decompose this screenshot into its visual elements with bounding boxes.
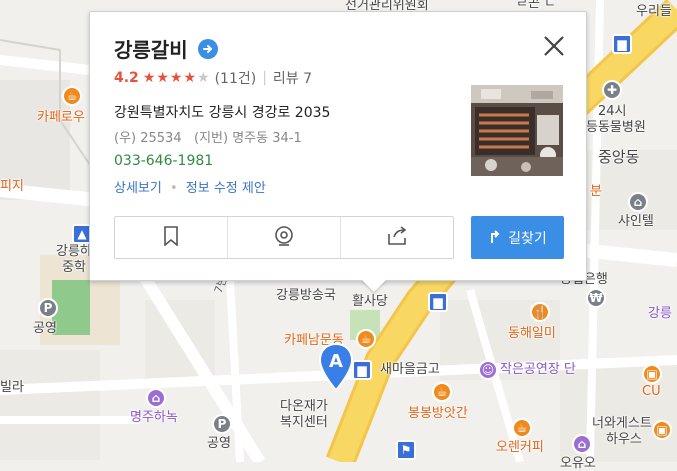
bus-stop-icon[interactable]: ▆ [428, 292, 448, 312]
map-label-myeongju[interactable]: 명주하녹 [130, 406, 178, 425]
share-button[interactable] [341, 217, 453, 258]
map-label-parking-left: 공영 [33, 321, 57, 336]
map-label-gangneung-right[interactable]: 강릉 [648, 302, 672, 321]
map-label-cafe-rowoo[interactable]: 카페로우 [37, 106, 85, 125]
map-label-broadcast: 강릉방송국 [276, 288, 336, 303]
bank-won-icon[interactable]: ₩ [586, 288, 606, 308]
map-label-donghae[interactable]: 동해일미 [508, 322, 556, 341]
bank-icon-saemaeul[interactable]: ▆ [352, 360, 372, 380]
roadview-button[interactable] [228, 217, 341, 258]
map-label-school-b: 중학 [62, 260, 86, 275]
roadview-icon [273, 225, 295, 251]
place-photo[interactable] [471, 85, 563, 176]
place-title[interactable]: 강릉갈비 [114, 34, 188, 63]
postal-code: (우) 25534 [114, 131, 182, 146]
card-pointer [361, 279, 387, 292]
parking-icon[interactable]: P [38, 298, 58, 318]
route-icon [488, 228, 502, 248]
detail-link[interactable]: 상세보기 [114, 181, 162, 196]
landmark-icon-bottom[interactable]: ⚑ [396, 440, 416, 460]
place-postal-line: (우) 25534 (지번) 명주동 34-1 [114, 127, 302, 146]
map-label-top-right: 우리들 [636, 4, 672, 19]
bookmark-icon [163, 225, 179, 250]
store-icon-right[interactable]: ▣ [652, 420, 672, 440]
map-label-welfare-b: 복지센터 [280, 415, 328, 430]
map-label-guesthouse-b[interactable]: 하우스 [606, 428, 642, 447]
rating-separator: | [262, 70, 267, 86]
map-label-bun[interactable]: 분 [590, 180, 602, 199]
cafe-bongbong-icon[interactable]: ☕ [432, 382, 452, 402]
map-label-villa: 빌라 [0, 380, 24, 395]
map-label-saemaeul[interactable]: 새마을금고 [380, 358, 440, 377]
map-label-hospital-b[interactable]: 등동물병원 [586, 116, 646, 135]
cafe-orange-icon[interactable]: ☕ [512, 418, 532, 438]
link-separator: • [169, 181, 178, 196]
parking-bottom-icon[interactable]: P [212, 414, 232, 434]
map-label-hotel[interactable]: 샤인텔 [618, 210, 654, 229]
restaurant-icon[interactable]: 🍴 [530, 302, 550, 322]
place-title-row: 강릉갈비 [114, 34, 218, 63]
lot-address: (지번) 명주동 34-1 [194, 131, 302, 146]
place-marker-a[interactable]: A [318, 342, 354, 396]
lodging-icon[interactable]: ⌂ [146, 388, 166, 408]
theater-icon[interactable]: ☺ [478, 360, 498, 380]
cafe-icon[interactable]: ☕ [62, 86, 82, 106]
bus-stop-icon-right[interactable]: ▆ [612, 34, 632, 54]
map-label-hwaldang: 활사당 [352, 294, 388, 309]
place-links: 상세보기 • 정보 수정 제안 [114, 177, 266, 196]
map-label-parking-bottom: 공영 [207, 436, 231, 451]
store-cu-icon[interactable]: ▣ [642, 364, 662, 384]
cafe-nam-icon[interactable]: ☕ [356, 329, 376, 349]
guesthouse-icon[interactable]: ⌂ [572, 434, 592, 454]
place-phone[interactable]: 033-646-1981 [114, 153, 213, 169]
map-label-top-right-b: ㄹ곤 ㄷ [516, 0, 557, 11]
place-address: 강원특별자치도 강릉시 경강로 2035 [114, 105, 331, 121]
hospital-icon[interactable]: ✚ [602, 80, 622, 100]
map-label-orange-coffee[interactable]: 오렌커피 [496, 436, 544, 455]
hotel-icon[interactable]: ⌂ [628, 192, 648, 212]
share-icon [386, 225, 408, 250]
edit-suggest-link[interactable]: 정보 수정 제안 [186, 181, 266, 196]
map-label-theater[interactable]: 작은공연장 단 [500, 358, 576, 377]
svg-text:A: A [329, 351, 343, 372]
close-icon[interactable] [540, 32, 568, 60]
rating-row: 4.2 ★★★★★ (11건) | 리뷰 7 [114, 68, 312, 88]
rating-score: 4.2 [114, 70, 139, 86]
map-label-cu[interactable]: CU [642, 384, 661, 399]
action-bar [114, 216, 454, 259]
route-label: 길찾기 [508, 230, 547, 247]
place-info-card: 강릉갈비 4.2 ★★★★★ (11건) | 리뷰 7 강원특별자치도 강릉시 … [89, 11, 587, 281]
map-label-jungang: 중앙동 [598, 148, 640, 166]
rating-count[interactable]: (11건) [215, 68, 257, 88]
map-label-bongbong[interactable]: 봉봉방앗간 [408, 402, 468, 421]
review-link[interactable]: 리뷰 7 [273, 68, 312, 88]
bookmark-button[interactable] [115, 217, 228, 258]
route-button[interactable]: 길찾기 [471, 216, 564, 259]
map-label-pizza[interactable]: 피지 [0, 175, 24, 194]
rating-stars: ★★★★★ [142, 70, 211, 86]
arrow-right-icon[interactable] [197, 38, 218, 59]
